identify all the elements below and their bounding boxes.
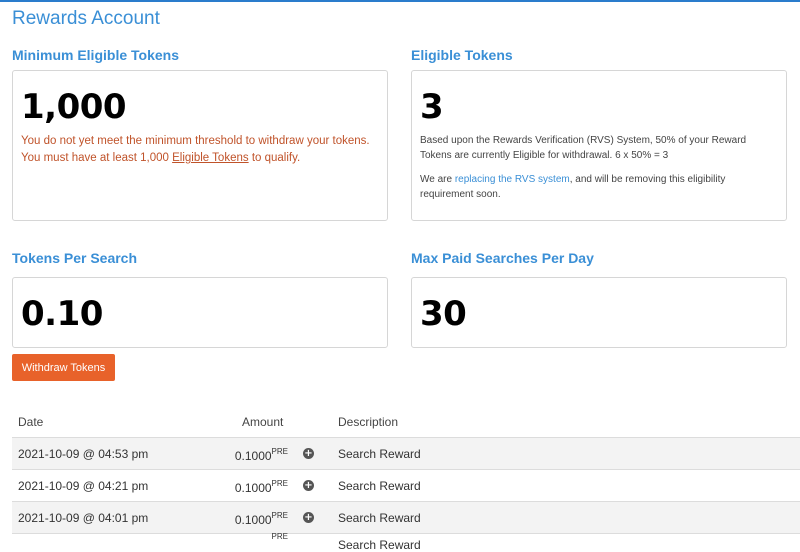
- expand-plus-icon[interactable]: +: [303, 480, 314, 491]
- column-description: Description: [338, 415, 399, 429]
- table-row: 2021-10-09 @ 04:21 pm 0.1000PRE + Search…: [12, 470, 800, 502]
- max-paid-card: 30: [411, 277, 787, 348]
- unit-label: PRE: [271, 479, 288, 488]
- unit-label: PRE: [271, 511, 288, 520]
- top-rule: [0, 0, 800, 2]
- unit-label: PRE: [271, 447, 288, 456]
- expand-plus-icon[interactable]: +: [303, 448, 314, 459]
- min-eligible-heading: Minimum Eligible Tokens: [12, 47, 179, 63]
- eligible-info: Based upon the Rewards Verification (RVS…: [420, 135, 747, 161]
- per-search-heading: Tokens Per Search: [12, 250, 138, 266]
- table-row: 2021-10-09 @ 04:01 pm 0.1000PRE + Search…: [12, 502, 800, 534]
- max-paid-heading: Max Paid Searches Per Day: [411, 250, 594, 266]
- row-amount: 0.1000PRE: [234, 479, 288, 495]
- rvs-prefix: We are: [420, 174, 455, 185]
- eligible-heading: Eligible Tokens: [411, 47, 513, 63]
- row-amount: PRE: [202, 532, 288, 544]
- eligible-tokens-link[interactable]: Eligible Tokens: [172, 152, 249, 164]
- eligible-value: 3: [420, 87, 444, 127]
- eligible-info-rvs: We are replacing the RVS system, and wil…: [420, 172, 776, 202]
- row-description: Search Reward: [338, 538, 421, 552]
- unit-label: PRE: [271, 532, 288, 541]
- warning-suffix: to qualify.: [248, 152, 301, 164]
- per-search-card: 0.10: [12, 277, 388, 348]
- column-date: Date: [18, 415, 44, 429]
- min-eligible-card: 1,000 You do not yet meet the minimum th…: [12, 70, 388, 221]
- page-title: Rewards Account: [12, 8, 160, 29]
- row-date: 2021-10-09 @ 04:01 pm: [18, 511, 149, 525]
- replacing-rvs-link[interactable]: replacing the RVS system: [455, 174, 570, 185]
- table-row: 2021-10-09 @ 04:53 pm 0.1000PRE + Search…: [12, 438, 800, 470]
- max-paid-value: 30: [420, 294, 467, 334]
- row-amount: 0.1000PRE: [234, 511, 288, 527]
- row-description: Search Reward: [338, 447, 421, 461]
- per-search-value: 0.10: [21, 294, 103, 334]
- table-header: Date Amount Description: [12, 406, 800, 438]
- table-row: PRE Search Reward: [12, 532, 800, 552]
- row-date: 2021-10-09 @ 04:53 pm: [18, 447, 149, 461]
- min-eligible-warning: You do not yet meet the minimum threshol…: [21, 133, 379, 167]
- row-description: Search Reward: [338, 479, 421, 493]
- expand-plus-icon[interactable]: +: [303, 512, 314, 523]
- withdraw-tokens-button[interactable]: Withdraw Tokens: [12, 354, 115, 381]
- row-date: 2021-10-09 @ 04:21 pm: [18, 479, 149, 493]
- row-description: Search Reward: [338, 511, 421, 525]
- column-amount: Amount: [242, 415, 284, 429]
- eligible-card: 3 Based upon the Rewards Verification (R…: [411, 70, 787, 221]
- min-eligible-value: 1,000: [21, 87, 127, 127]
- row-amount: 0.1000PRE: [234, 447, 288, 463]
